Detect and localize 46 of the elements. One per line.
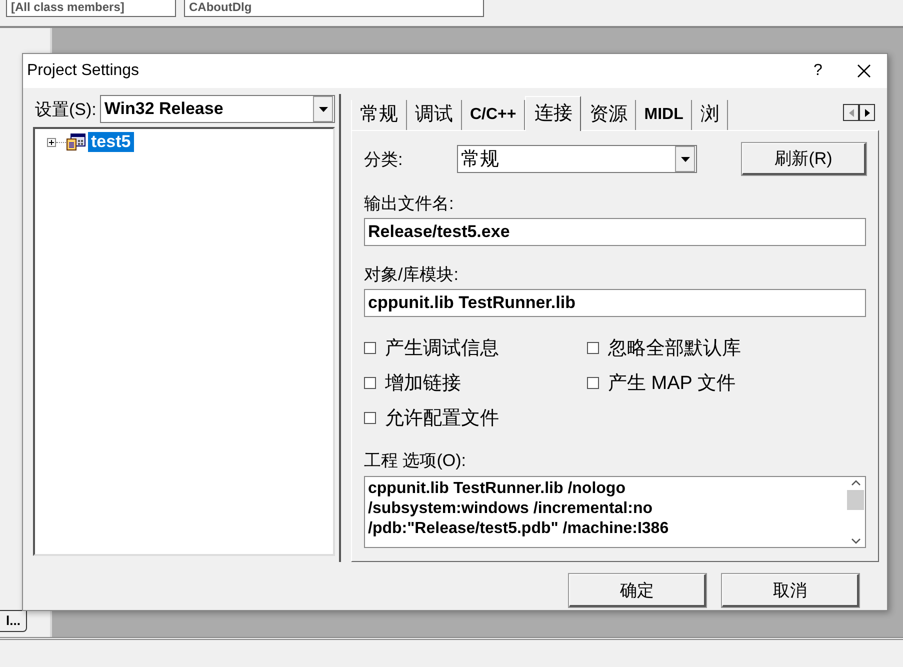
category-combo[interactable]: 常规 [457, 145, 697, 173]
right-arrow-icon [864, 108, 870, 116]
ok-button[interactable]: 确定 [569, 574, 706, 607]
checkbox[interactable] [587, 342, 599, 354]
refresh-button[interactable]: 刷新(R) [742, 143, 866, 175]
checkbox-label: 增加链接 [385, 372, 461, 396]
help-button[interactable]: ? [795, 62, 841, 80]
checkbox-label: 产生调试信息 [385, 337, 499, 361]
option-line: /pdb:"Release/test5.pdb" /machine:I386 [368, 519, 670, 539]
scroll-up-icon[interactable] [850, 480, 860, 486]
checkbox[interactable] [587, 377, 599, 389]
modules-field[interactable]: cppunit.lib TestRunner.lib [364, 289, 866, 317]
settings-combo[interactable]: Win32 Release [100, 95, 335, 123]
option-line: cppunit.lib TestRunner.lib /nologo [368, 479, 626, 499]
modules-label: 对象/库模块: [364, 264, 460, 286]
member-combo[interactable]: CAboutDlg [184, 0, 484, 17]
tab-scroll-left-button[interactable] [843, 104, 859, 121]
project-options-field[interactable]: cppunit.lib TestRunner.lib /nologo /subsystem:windows /incremental:no /pdb:"Release/test5.pdb" /machine:I386 [364, 476, 866, 548]
checkbox[interactable] [364, 342, 376, 354]
tab[interactable]: 常规 [351, 100, 407, 130]
class-combo[interactable]: [All class members] [6, 0, 176, 17]
close-icon [856, 63, 872, 79]
dropdown-arrow-icon [318, 106, 328, 112]
output-file-label: 输出文件名: [364, 193, 455, 215]
output-file-field[interactable]: Release/test5.exe [364, 218, 866, 246]
dropdown-arrow-icon [680, 156, 690, 162]
expand-icon[interactable] [47, 138, 56, 146]
option-line: /subsystem:windows /incremental:no [368, 499, 654, 519]
cancel-button[interactable]: 取消 [722, 574, 859, 607]
checkbox[interactable] [364, 377, 376, 389]
project-options-label: 工程 选项(O): [364, 450, 467, 472]
scroll-thumb[interactable] [847, 490, 864, 510]
side-button[interactable]: l... [0, 610, 28, 632]
settings-label: 设置(S): [35, 98, 96, 120]
checkbox[interactable] [364, 412, 376, 424]
category-label: 分类: [364, 148, 404, 170]
checkbox-label: 产生 MAP 文件 [608, 372, 736, 396]
tree-item[interactable]: test5 [88, 132, 134, 152]
project-icon [66, 133, 86, 151]
window-title: Project Settings [27, 62, 140, 80]
scroll-down-icon[interactable] [850, 538, 860, 544]
tab[interactable]: 连接 [525, 96, 582, 131]
tab-scroll-right-button[interactable] [859, 104, 875, 121]
checkbox-label: 允许配置文件 [385, 407, 499, 431]
left-arrow-icon [848, 108, 854, 116]
checkbox-label: 忽略全部默认库 [608, 337, 741, 361]
